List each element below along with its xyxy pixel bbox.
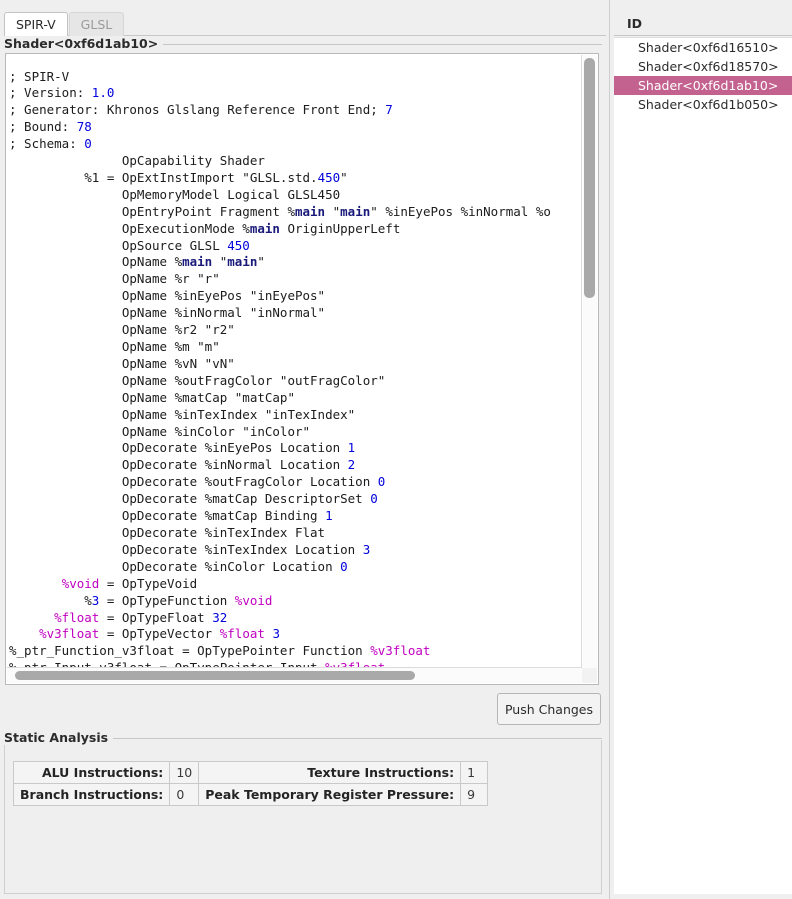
texture-instructions-label: Texture Instructions: <box>199 762 461 784</box>
shader-source-pane: SPIR-V GLSL Shader<0xf6d1ab10> ; SPIR-V … <box>0 0 606 899</box>
shader-inspector-window: SPIR-V GLSL Shader<0xf6d1ab10> ; SPIR-V … <box>0 0 792 899</box>
shader-groupbox-title: Shader<0xf6d1ab10> <box>4 37 163 51</box>
list-item[interactable]: Shader<0xf6d1ab10> <box>614 76 792 95</box>
pane-splitter[interactable] <box>606 0 614 899</box>
scrollbar-vertical[interactable] <box>581 55 597 668</box>
peak-register-pressure-label: Peak Temporary Register Pressure: <box>199 784 461 806</box>
static-analysis-title: Static Analysis <box>4 731 113 745</box>
list-item[interactable]: Shader<0xf6d1b050> <box>614 95 792 114</box>
texture-instructions-value: 1 <box>461 762 488 784</box>
scrollbar-vertical-thumb[interactable] <box>584 58 595 298</box>
table-row: Branch Instructions: 0 Peak Temporary Re… <box>14 784 488 806</box>
shader-groupbox-body: ; SPIR-V ; Version: 1.0 ; Generator: Khr… <box>4 45 602 684</box>
id-list-pane: ID Shader<0xf6d16510>Shader<0xf6d18570>S… <box>614 0 792 899</box>
id-column-header[interactable]: ID <box>614 12 792 36</box>
push-changes-button[interactable]: Push Changes <box>497 693 601 725</box>
list-item[interactable]: Shader<0xf6d18570> <box>614 57 792 76</box>
tab-glsl[interactable]: GLSL <box>69 12 125 36</box>
table-row: ALU Instructions: 10 Texture Instruction… <box>14 762 488 784</box>
branch-instructions-value: 0 <box>170 784 199 806</box>
shader-id-list[interactable]: Shader<0xf6d16510>Shader<0xf6d18570>Shad… <box>614 37 792 894</box>
tab-spirv[interactable]: SPIR-V <box>4 12 68 36</box>
static-analysis-groupbox: Static Analysis <box>4 732 602 894</box>
spirv-code-editor[interactable]: ; SPIR-V ; Version: 1.0 ; Generator: Khr… <box>5 53 599 685</box>
scrollbar-corner <box>582 668 597 683</box>
shader-groupbox: Shader<0xf6d1ab10> ; SPIR-V ; Version: 1… <box>4 38 602 684</box>
spirv-code-text: ; SPIR-V ; Version: 1.0 ; Generator: Khr… <box>9 69 551 678</box>
scrollbar-horizontal[interactable] <box>7 667 582 683</box>
branch-instructions-label: Branch Instructions: <box>14 784 170 806</box>
peak-register-pressure-value: 9 <box>461 784 488 806</box>
alu-instructions-value: 10 <box>170 762 199 784</box>
scrollbar-horizontal-thumb[interactable] <box>15 671 415 680</box>
alu-instructions-label: ALU Instructions: <box>14 762 170 784</box>
list-item[interactable]: Shader<0xf6d16510> <box>614 38 792 57</box>
source-language-tabbar: SPIR-V GLSL <box>4 12 125 36</box>
splitter-line <box>609 0 610 899</box>
static-analysis-table: ALU Instructions: 10 Texture Instruction… <box>13 761 488 806</box>
